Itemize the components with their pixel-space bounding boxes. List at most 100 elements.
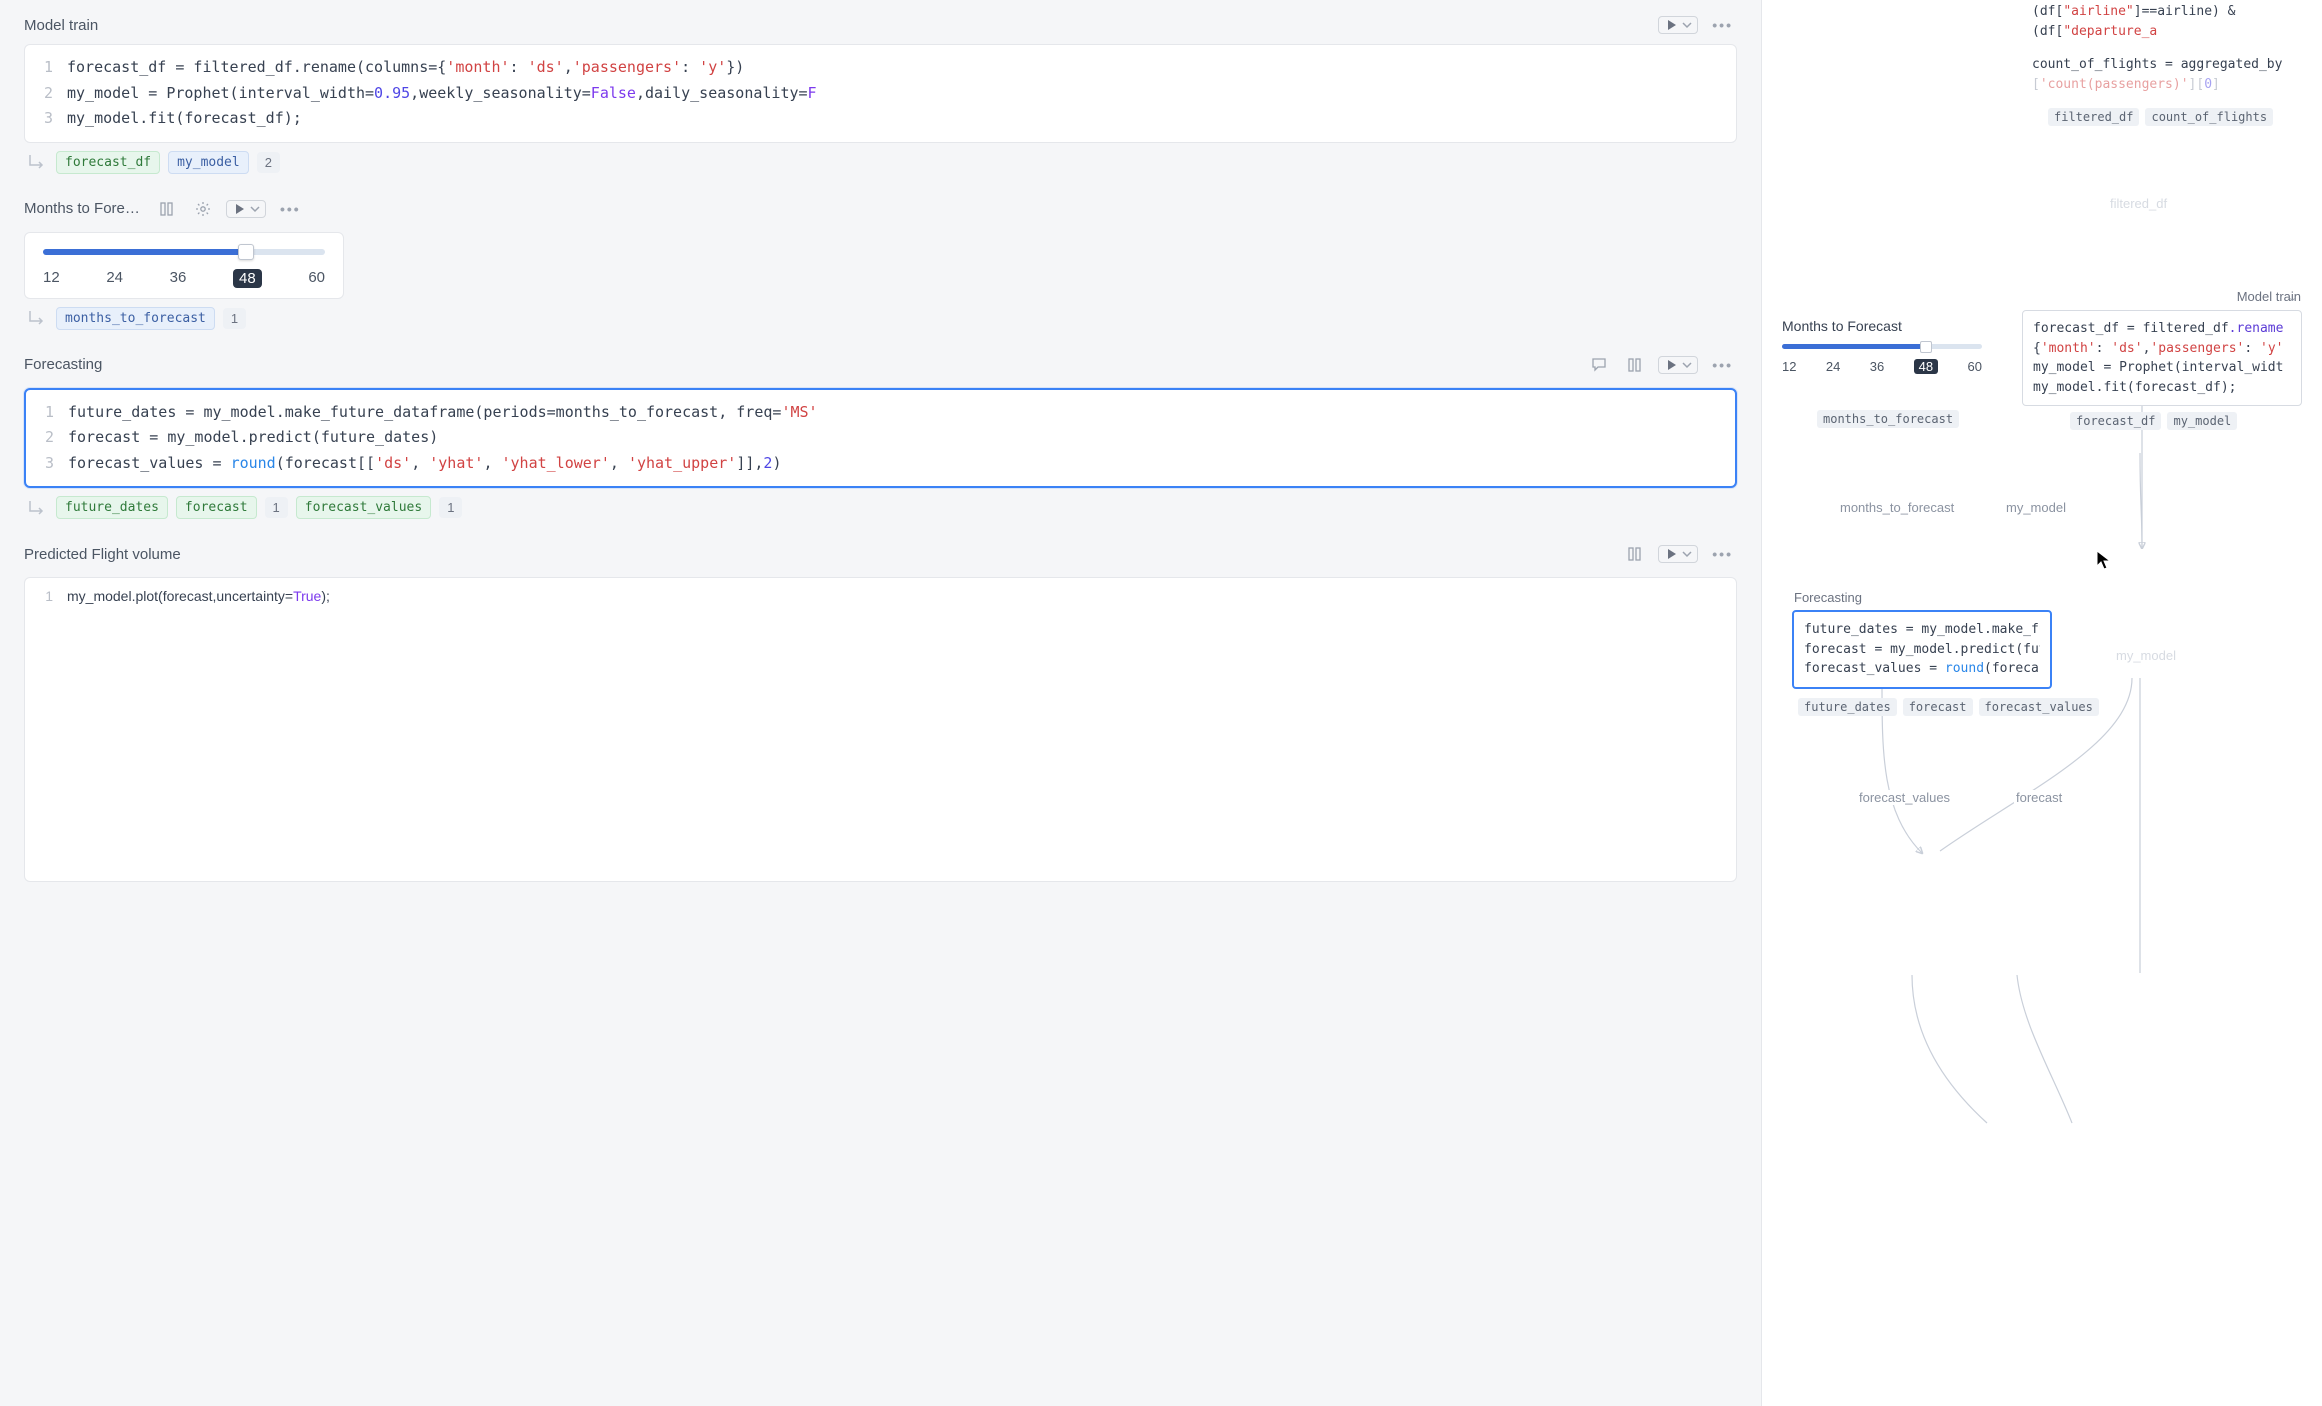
- slider-tick[interactable]: 60: [308, 269, 325, 288]
- slider-tick: 12: [1782, 359, 1796, 374]
- chevron-down-icon[interactable]: ⌄: [2288, 291, 2297, 304]
- run-button[interactable]: [1658, 16, 1698, 34]
- play-icon: [1667, 20, 1677, 30]
- code-line: forecast_values = round(forecast[['ds', …: [68, 451, 1721, 477]
- edge-label: filtered_df: [2108, 196, 2169, 211]
- mini-code: future_dates = my_model.make_fut: [1804, 620, 2040, 640]
- line-number: 2: [39, 81, 67, 107]
- code-editor[interactable]: 1future_dates = my_model.make_future_dat…: [24, 388, 1737, 489]
- code-line: future_dates = my_model.make_future_data…: [68, 400, 1721, 426]
- mini-slider-fill: [1782, 344, 1926, 349]
- layout-icon[interactable]: [1622, 352, 1648, 378]
- code-line: my_model = Prophet(interval_width=0.95,w…: [67, 81, 1722, 107]
- slider-tick: 60: [1968, 359, 1982, 374]
- output-count: 2: [257, 152, 280, 173]
- output-chip[interactable]: my_model: [168, 151, 249, 174]
- code-line: forecast = my_model.predict(future_dates…: [68, 425, 1721, 451]
- chevron-down-icon: [1681, 548, 1693, 560]
- output-chip[interactable]: forecast_values: [296, 496, 431, 519]
- more-menu[interactable]: •••: [276, 201, 305, 217]
- more-menu[interactable]: •••: [1708, 546, 1737, 562]
- edge-label: my_model: [2114, 648, 2178, 663]
- mini-code: my_model = Prophet(interval_widt: [2033, 358, 2291, 378]
- line-number: 3: [40, 451, 68, 477]
- output-chip[interactable]: forecast: [176, 496, 257, 519]
- graph-node-title: Forecasting: [1794, 590, 1862, 605]
- slider-tick-active: 48: [1914, 359, 1938, 374]
- mini-slider-ticks: 12 24 36 48 60: [1782, 359, 1982, 374]
- line-number: 3: [39, 106, 67, 132]
- graph-node-forecasting[interactable]: Forecasting future_dates = my_model.make…: [1792, 610, 2052, 689]
- mini-slider-thumb[interactable]: [1920, 341, 1932, 353]
- output-row: months_to_forecast 1: [24, 307, 1737, 330]
- mini-chip[interactable]: my_model: [2167, 412, 2237, 430]
- more-menu[interactable]: •••: [1708, 17, 1737, 33]
- mini-chip[interactable]: forecast_df: [2070, 412, 2161, 430]
- cell-header: Predicted Flight volume •••: [24, 537, 1737, 577]
- columns-icon: [159, 201, 175, 217]
- graph-node-title: Months to Forecast: [1782, 318, 1982, 334]
- output-chip[interactable]: months_to_forecast: [56, 307, 215, 330]
- graph-node-chips: future_dates forecast forecast_values: [1798, 698, 2099, 716]
- graph-node-months-slider[interactable]: Months to Forecast 12 24 36 48 60: [1782, 318, 1982, 374]
- run-button[interactable]: [1658, 545, 1698, 563]
- mini-code: forecast = my_model.predict(futu: [1804, 640, 2040, 660]
- mini-chip[interactable]: forecast: [1903, 698, 1973, 716]
- slider-tick[interactable]: 24: [106, 269, 123, 288]
- layout-icon[interactable]: [154, 196, 180, 222]
- output-row: future_dates forecast 1 forecast_values …: [24, 496, 1737, 519]
- output-arrow-icon: [26, 499, 48, 517]
- cell-title: Predicted Flight volume: [24, 546, 1612, 563]
- forecast-chart: [39, 618, 1722, 878]
- mini-chip[interactable]: forecast_values: [1979, 698, 2099, 716]
- comment-icon-button[interactable]: [1586, 352, 1612, 378]
- slider-ticks: 12 24 36 48 60: [43, 269, 325, 288]
- graph-node-chips: filtered_df count_of_flights: [2048, 108, 2273, 126]
- play-icon: [235, 204, 245, 214]
- line-number: 1: [39, 588, 67, 604]
- slider-thumb[interactable]: [238, 244, 254, 260]
- mini-code: (df["departure_a: [2032, 22, 2302, 42]
- mini-code: {'month': 'ds','passengers': 'y': [2033, 339, 2291, 359]
- mini-code: ['count(passengers)'][0]: [2032, 75, 2302, 95]
- chevron-down-icon: [249, 203, 261, 215]
- layout-icon[interactable]: [1622, 541, 1648, 567]
- slider-tick[interactable]: 12: [43, 269, 60, 288]
- run-button[interactable]: [226, 200, 266, 218]
- edge-label: forecast: [2014, 790, 2064, 805]
- slider-tick[interactable]: 36: [170, 269, 187, 288]
- slider-tick: 36: [1870, 359, 1884, 374]
- settings-icon-button[interactable]: [190, 196, 216, 222]
- code-line: my_model.fit(forecast_df);: [67, 106, 1722, 132]
- slider-control[interactable]: 12 24 36 48 60: [24, 232, 344, 299]
- mini-chip[interactable]: count_of_flights: [2145, 108, 2273, 126]
- main-panel: Model train ••• 1forecast_df = filtered_…: [0, 0, 1762, 1406]
- cell-header: Months to Fore… •••: [24, 192, 364, 232]
- code-editor[interactable]: 1forecast_df = filtered_df.rename(column…: [24, 44, 1737, 143]
- slider-track[interactable]: [43, 249, 325, 255]
- run-button[interactable]: [1658, 356, 1698, 374]
- slider-tick-active[interactable]: 48: [233, 269, 262, 288]
- mini-chip[interactable]: future_dates: [1798, 698, 1897, 716]
- mini-chip[interactable]: months_to_forecast: [1817, 410, 1959, 428]
- output-chip[interactable]: future_dates: [56, 496, 168, 519]
- graph-node-chips: forecast_df my_model: [2070, 412, 2237, 430]
- output-chip[interactable]: forecast_df: [56, 151, 160, 174]
- mini-slider-track[interactable]: [1782, 344, 1982, 349]
- graph-node-upstream-code[interactable]: (df["airline"]==airline) & (df["departur…: [2032, 2, 2302, 94]
- cell-header: Model train •••: [24, 12, 1737, 44]
- more-menu[interactable]: •••: [1708, 357, 1737, 373]
- output-count: 1: [223, 308, 246, 329]
- gear-icon: [195, 201, 211, 217]
- cell-header: Forecasting •••: [24, 348, 1737, 388]
- line-number: 2: [40, 425, 68, 451]
- cell-title: Model train: [24, 17, 1648, 34]
- code-line: forecast_df = filtered_df.rename(columns…: [67, 55, 1722, 81]
- cell-predicted-flight-volume: Predicted Flight volume ••• 1my_model.pl…: [24, 537, 1737, 882]
- mini-chip[interactable]: filtered_df: [2048, 108, 2139, 126]
- output-row: forecast_df my_model 2: [24, 151, 1737, 174]
- cell-model-train: Model train ••• 1forecast_df = filtered_…: [24, 12, 1737, 174]
- cell-months-to-forecast: Months to Fore… ••• 12 24 36 48: [24, 192, 1737, 330]
- output-arrow-icon: [26, 309, 48, 327]
- graph-node-model-train[interactable]: Model train ⌄ forecast_df = filtered_df.…: [2022, 310, 2302, 406]
